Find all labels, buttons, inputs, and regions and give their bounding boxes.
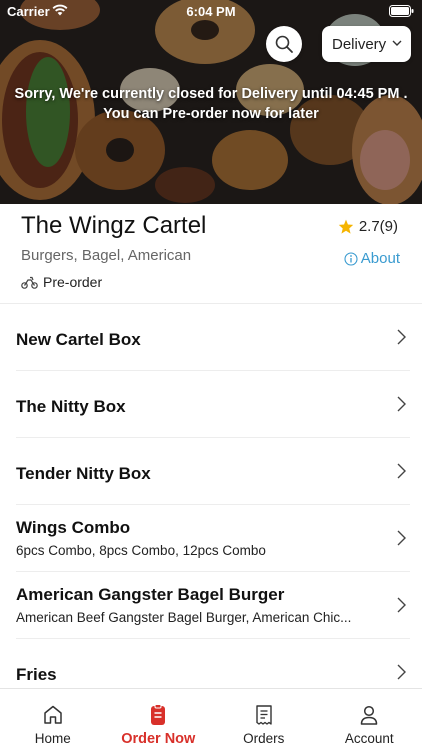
about-link[interactable]: About <box>344 250 400 267</box>
menu-category-title: Fries <box>16 665 57 684</box>
tab-home[interactable]: Home <box>0 689 106 750</box>
tab-order-now[interactable]: Order Now <box>106 689 212 750</box>
tab-order-now-label: Order Now <box>121 731 196 747</box>
hero-banner: Carrier 6:04 PM Delivery Sorry, We're cu… <box>0 0 422 204</box>
status-time: 6:04 PM <box>186 4 236 19</box>
search-button[interactable] <box>266 26 302 62</box>
scooter-icon <box>21 276 38 289</box>
chevron-right-icon <box>397 463 406 479</box>
tab-orders[interactable]: Orders <box>211 689 317 750</box>
delivery-mode-label: Delivery <box>332 35 387 53</box>
preorder-indicator: Pre-order <box>21 274 102 290</box>
tab-orders-label: Orders <box>243 731 285 746</box>
bottom-tab-bar: Home Order Now Orders Account <box>0 688 422 750</box>
menu-category-list: New Cartel Box The Nitty Box Tender Nitt… <box>0 304 422 706</box>
tab-home-label: Home <box>34 731 71 746</box>
rating-value: 2.7(9) <box>358 218 398 235</box>
chevron-right-icon <box>397 530 406 546</box>
chevron-right-icon <box>397 664 406 680</box>
tab-account[interactable]: Account <box>317 689 422 750</box>
order-icon <box>151 704 166 725</box>
delivery-mode-select[interactable]: Delivery <box>322 26 411 62</box>
restaurant-name: The Wingz Cartel <box>21 212 207 239</box>
menu-category-row[interactable]: The Nitty Box <box>16 371 410 438</box>
restaurant-rating: 2.7(9) <box>338 218 398 235</box>
menu-category-subtitle: American Beef Gangster Bagel Burger, Ame… <box>16 610 352 625</box>
battery-icon <box>389 5 414 17</box>
chevron-down-icon <box>392 40 402 46</box>
menu-category-title: Tender Nitty Box <box>16 464 151 483</box>
chevron-right-icon <box>397 597 406 613</box>
menu-category-title: New Cartel Box <box>16 330 141 349</box>
tab-account-label: Account <box>344 731 394 746</box>
info-icon <box>344 251 358 266</box>
menu-category-row[interactable]: Tender Nitty Box <box>16 438 410 505</box>
menu-category-title: Wings Combo <box>16 518 131 537</box>
receipt-icon <box>256 705 272 725</box>
person-icon <box>361 705 378 725</box>
restaurant-info: The Wingz Cartel Burgers, Bagel, America… <box>0 204 422 304</box>
menu-category-title: The Nitty Box <box>16 397 126 416</box>
menu-category-subtitle: 6pcs Combo, 8pcs Combo, 12pcs Combo <box>16 543 266 558</box>
search-icon <box>275 35 293 53</box>
home-icon <box>44 705 62 724</box>
star-icon <box>338 219 353 234</box>
menu-category-title: American Gangster Bagel Burger <box>16 585 285 604</box>
menu-category-row[interactable]: American Gangster Bagel Burger American … <box>16 572 410 639</box>
restaurant-cuisines: Burgers, Bagel, American <box>21 247 192 264</box>
chevron-right-icon <box>397 329 406 345</box>
closed-message-line-2: You can Pre-order now for later <box>103 106 319 122</box>
chevron-right-icon <box>397 396 406 412</box>
preorder-label: Pre-order <box>43 274 103 290</box>
about-label: About <box>360 250 400 267</box>
status-bar: Carrier 6:04 PM <box>0 0 422 22</box>
closed-message-line-1: Sorry, We're currently closed for Delive… <box>14 86 408 102</box>
closed-message: Sorry, We're currently closed for Delive… <box>0 84 422 124</box>
menu-category-row[interactable]: New Cartel Box <box>16 304 410 371</box>
menu-category-row[interactable]: Wings Combo 6pcs Combo, 8pcs Combo, 12pc… <box>16 505 410 572</box>
